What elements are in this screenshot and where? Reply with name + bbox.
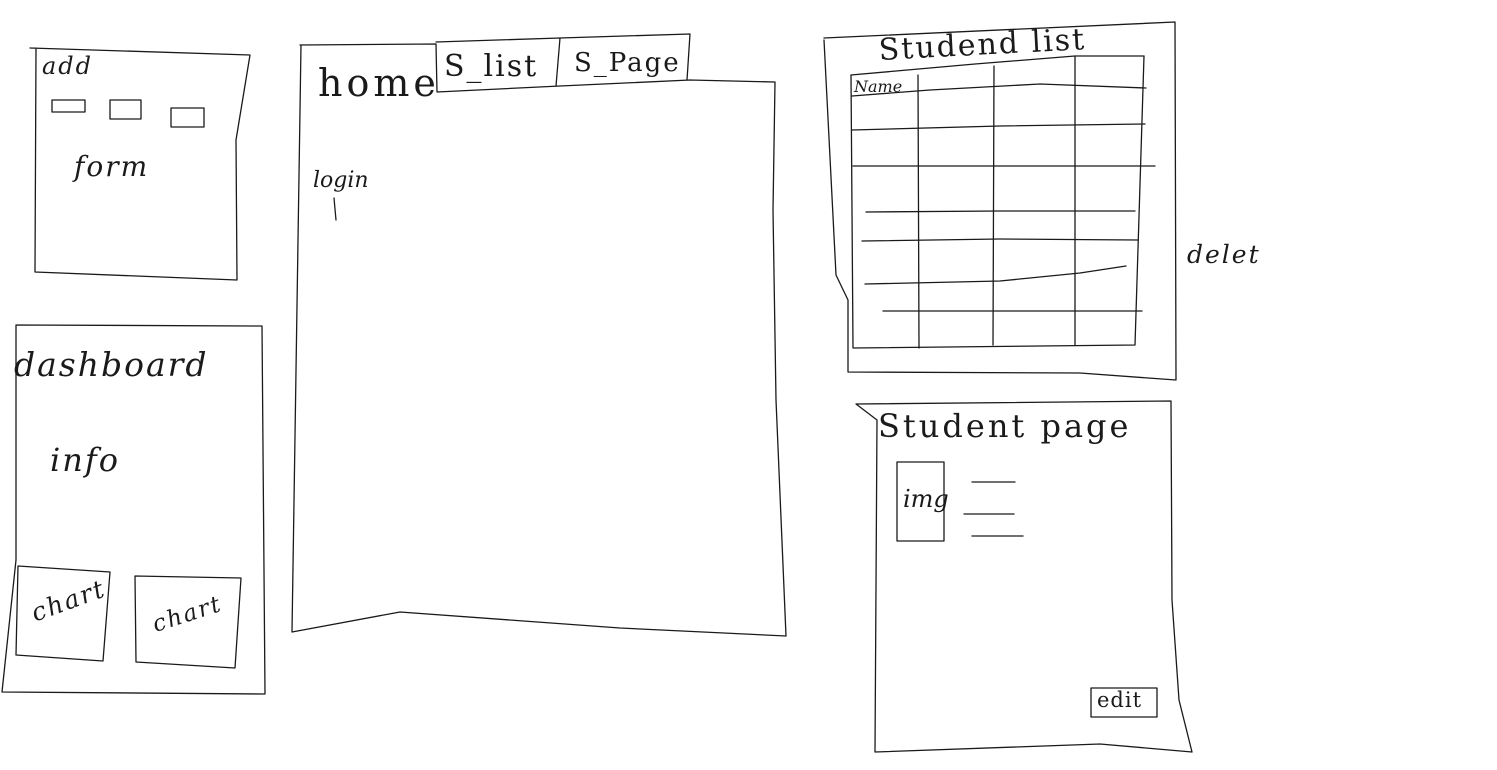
table-header-name: Name xyxy=(854,77,903,96)
form-field-1[interactable] xyxy=(51,99,86,113)
tab-s-page[interactable]: S_Page xyxy=(574,50,681,76)
tab-home[interactable]: home xyxy=(318,64,440,102)
tab-s-list[interactable]: S_list xyxy=(444,52,538,82)
delete-label[interactable]: delet xyxy=(1187,242,1261,267)
student-list-panel xyxy=(823,21,1177,381)
student-page-panel xyxy=(855,400,1193,753)
dashboard-title: dashboard xyxy=(14,345,209,384)
login-label[interactable]: login xyxy=(313,170,369,192)
info-label: info xyxy=(50,441,120,479)
login-underline xyxy=(333,197,337,221)
student-page-title: Student page xyxy=(878,407,1132,445)
add-panel-title: add xyxy=(42,52,94,80)
home-panel xyxy=(291,33,787,637)
wireframe-sketch xyxy=(1,21,1193,753)
student-table xyxy=(850,55,1156,349)
form-field-2[interactable] xyxy=(109,99,142,120)
edit-button[interactable] xyxy=(1090,687,1158,718)
image-label: img xyxy=(903,485,949,513)
form-label: form xyxy=(74,150,150,183)
form-field-3[interactable] xyxy=(170,107,205,128)
